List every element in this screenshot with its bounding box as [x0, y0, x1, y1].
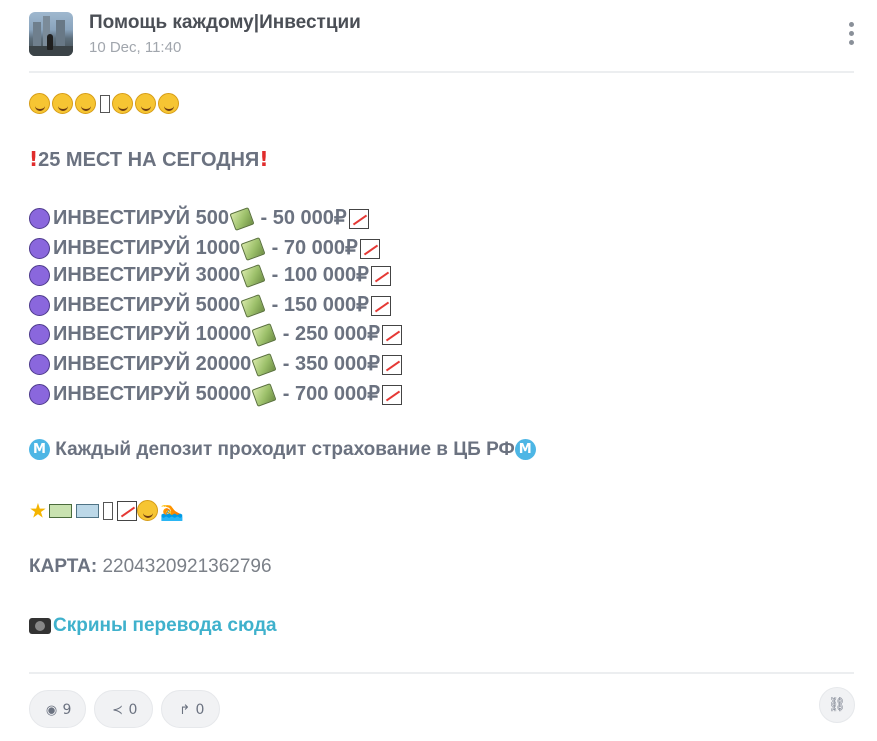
- offer-row: ИНВЕСТИРУЙ 20000 - 350 000₽: [29, 349, 402, 379]
- exclamation-icon: !: [259, 147, 269, 171]
- footer-divider: [29, 672, 854, 674]
- missing-glyph-icon: [102, 501, 113, 520]
- replies-count: 0: [195, 702, 205, 718]
- screenshots-link[interactable]: Скрины перевода сюда: [53, 615, 277, 636]
- headline-text: 25 МЕСТ НА СЕГОДНЯ: [38, 149, 260, 171]
- chart-increasing-icon: [382, 324, 402, 345]
- offer-return: - 350 000₽: [277, 353, 380, 375]
- offer-invest: ИНВЕСТИРУЙ 500: [53, 207, 229, 229]
- money-wings-icon: [240, 236, 266, 261]
- views-count: 9: [62, 702, 72, 718]
- post-footer: ◉ 9 ≺ 0 ↱ 0 ⛓: [29, 687, 855, 730]
- offer-row: ИНВЕСТИРУЙ 5000 - 150 000₽: [29, 290, 391, 320]
- card-number[interactable]: 2204320921362796: [97, 556, 271, 577]
- channel-avatar[interactable]: [29, 12, 73, 56]
- offer-return: - 250 000₽: [277, 323, 380, 345]
- missing-glyph-icon: [100, 94, 110, 113]
- star-icon: ★: [29, 498, 47, 523]
- header-divider: [29, 71, 854, 73]
- money-wings-icon: [240, 293, 266, 318]
- exclamation-icon: !: [29, 147, 39, 171]
- purple-circle-icon: [29, 295, 50, 317]
- offer-row: ИНВЕСТИРУЙ 3000 - 100 000₽: [29, 260, 391, 290]
- channel-name[interactable]: Помощь каждому|Инвестции: [89, 12, 361, 34]
- chart-increasing-icon: [382, 354, 402, 375]
- grinning-face-icon: [29, 93, 50, 115]
- offer-invest: ИНВЕСТИРУЙ 5000: [53, 294, 241, 316]
- money-wings-icon: [229, 206, 255, 231]
- money-wings-icon: [251, 322, 277, 347]
- headline: !25 МЕСТ НА СЕГОДНЯ!: [29, 144, 268, 174]
- purple-circle-icon: [29, 354, 50, 376]
- share-button[interactable]: ≺ 0: [94, 690, 153, 728]
- offer-return: - 150 000₽: [266, 294, 369, 316]
- purple-circle-icon: [29, 208, 50, 230]
- forward-icon: ↱: [179, 703, 190, 718]
- card-line: КАРТА: 2204320921362796: [29, 552, 272, 582]
- share-icon: ≺: [112, 703, 123, 718]
- euro-banknote-icon: [75, 503, 99, 518]
- chart-increasing-icon: [116, 500, 137, 521]
- insurance-line: M Каждый депозит проходит страхование в …: [29, 435, 536, 465]
- metro-icon: M: [29, 439, 50, 461]
- money-wings-icon: [251, 382, 277, 407]
- purple-circle-icon: [29, 265, 50, 287]
- chart-increasing-icon: [370, 265, 391, 286]
- yum-face-icon: [135, 93, 156, 115]
- offer-row: ИНВЕСТИРУЙ 1000 - 70 000₽: [29, 233, 380, 263]
- chart-increasing-icon: [348, 208, 369, 229]
- chart-increasing-icon: [370, 295, 391, 316]
- camera-icon: [29, 617, 51, 634]
- offer-return: - 700 000₽: [277, 383, 380, 405]
- chart-increasing-icon: [359, 238, 380, 259]
- insurance-text: Каждый депозит проходит страхование в ЦБ…: [50, 439, 515, 460]
- offer-invest: ИНВЕСТИРУЙ 1000: [53, 237, 241, 259]
- purple-circle-icon: [29, 384, 50, 406]
- purple-circle-icon: [29, 324, 50, 346]
- offer-return: - 100 000₽: [266, 264, 369, 286]
- views-counter[interactable]: ◉ 9: [29, 690, 86, 728]
- smiling-face-icon: [52, 93, 73, 115]
- post-header: Помощь каждому|Инвестции 10 Dec, 11:40: [29, 12, 859, 60]
- beaming-face-icon: [75, 93, 96, 115]
- offer-row: ИНВЕСТИРУЙ 10000 - 250 000₽: [29, 319, 402, 349]
- offer-invest: ИНВЕСТИРУЙ 50000: [53, 383, 252, 405]
- money-wings-icon: [251, 352, 277, 377]
- heart-eyes-icon: [136, 500, 158, 522]
- purple-circle-icon: [29, 238, 50, 260]
- emoji-row-2: ★ 🏊: [29, 495, 184, 525]
- tears-of-joy-icon: [112, 93, 133, 115]
- emoji-row-1: [29, 88, 181, 118]
- offer-invest: ИНВЕСТИРУЙ 20000: [53, 353, 252, 375]
- offer-row: ИНВЕСТИРУЙ 500 - 50 000₽: [29, 203, 369, 233]
- link-icon: ⛓: [828, 697, 846, 713]
- offer-invest: ИНВЕСТИРУЙ 3000: [53, 264, 241, 286]
- money-wings-icon: [240, 263, 266, 288]
- more-vertical-icon[interactable]: [841, 20, 861, 48]
- eye-icon: ◉: [45, 703, 58, 718]
- shares-count: 0: [128, 702, 138, 718]
- post-date: 10 Dec, 11:40: [89, 39, 182, 56]
- copy-link-button[interactable]: ⛓: [819, 687, 855, 723]
- link-line: Скрины перевода сюда: [29, 611, 277, 641]
- offer-invest: ИНВЕСТИРУЙ 10000: [53, 323, 252, 345]
- card-label: КАРТА:: [29, 556, 98, 577]
- offer-return: - 70 000₽: [266, 237, 358, 259]
- metro-icon: M: [514, 439, 536, 461]
- reply-button[interactable]: ↱ 0: [161, 690, 220, 728]
- offer-return: - 50 000₽: [254, 207, 347, 229]
- offer-row: ИНВЕСТИРУЙ 50000 - 700 000₽: [29, 379, 402, 409]
- person-in-water-icon: 🏊: [159, 499, 184, 522]
- heart-eyes-icon: [158, 93, 179, 115]
- dollar-banknote-icon: [48, 503, 72, 518]
- chart-increasing-icon: [382, 384, 402, 405]
